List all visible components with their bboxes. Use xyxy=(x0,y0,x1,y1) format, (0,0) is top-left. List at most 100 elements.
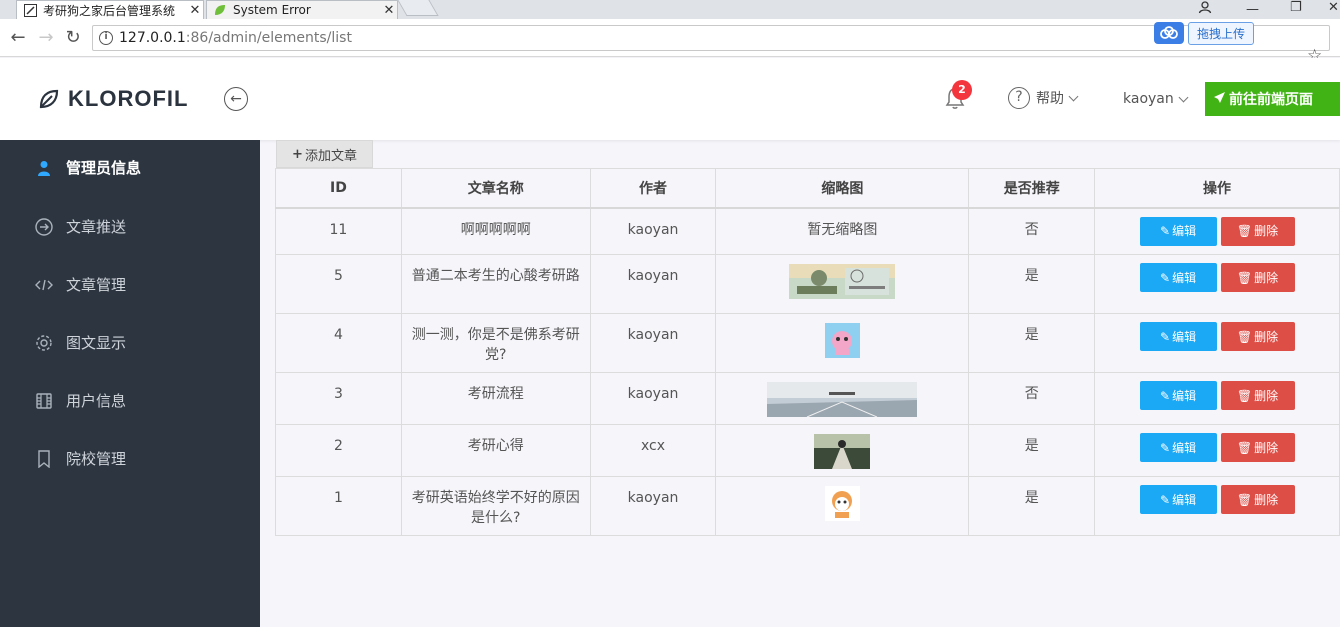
table-row: 2 考研心得 xcx 是 ✎ 编辑 🗑 删除 xyxy=(275,424,1340,477)
edit-icon: ✎ xyxy=(1160,388,1171,403)
chevron-down-icon xyxy=(1178,92,1189,102)
close-tab-icon[interactable]: ✕ xyxy=(381,3,397,18)
edit-icon: ✎ xyxy=(1160,270,1171,285)
restore-icon[interactable]: ❐ xyxy=(1290,0,1302,15)
help-menu[interactable]: ? 帮助 xyxy=(1008,87,1079,109)
delete-button[interactable]: 🗑 删除 xyxy=(1220,322,1295,351)
row-actions: ✎ 编辑 🗑 删除 xyxy=(1094,254,1340,314)
sidebar-item-article-manage[interactable]: 文章管理 xyxy=(34,274,126,295)
user-menu[interactable]: kaoyan xyxy=(1123,91,1189,107)
collapse-sidebar-icon[interactable]: ← xyxy=(224,87,248,111)
cloud-icon xyxy=(1154,22,1184,44)
edit-icon: ✎ xyxy=(1160,224,1171,238)
row-id: 1 xyxy=(275,476,402,536)
row-actions: ✎ 编辑 🗑 删除 xyxy=(1094,476,1340,536)
row-thumbnail xyxy=(715,476,970,536)
trash-icon: 🗑 xyxy=(1236,440,1253,455)
help-label: 帮助 xyxy=(1036,91,1064,107)
url-text[interactable]: 127.0.0.1:86/admin/elements/list xyxy=(119,30,352,46)
row-actions: ✎ 编辑 🗑 删除 xyxy=(1094,207,1340,255)
sidebar: 管理员信息 文章推送 文章管理 图文显示 用户信息 院校管理 xyxy=(0,140,260,627)
table-row: 1 考研英语始终学不好的原因是什么? kaoyan 是 ✎ 编辑 🗑 删除 xyxy=(275,476,1340,536)
delete-button[interactable]: 🗑 删除 xyxy=(1220,263,1295,292)
edit-button[interactable]: ✎ 编辑 xyxy=(1139,216,1217,246)
edit-button[interactable]: ✎ 编辑 xyxy=(1139,263,1217,292)
sidebar-item-school-manage[interactable]: 院校管理 xyxy=(34,448,126,469)
edit-button[interactable]: ✎ 编辑 xyxy=(1139,381,1217,410)
browser-tab-error[interactable]: System Error ✕ xyxy=(206,0,398,19)
row-title: 考研流程 xyxy=(400,372,591,425)
add-article-label: 添加文章 xyxy=(304,148,357,164)
forward-arrow-icon[interactable]: → xyxy=(36,28,56,48)
edit-icon: ✎ xyxy=(1160,440,1171,455)
thumbnail-image xyxy=(767,382,918,417)
new-tab-button[interactable] xyxy=(397,0,439,16)
trash-icon: 🗑 xyxy=(1236,270,1253,285)
column-header: 作者 xyxy=(589,168,717,209)
goto-frontend-label: 前往前端页面 xyxy=(1229,92,1313,108)
row-actions: ✎ 编辑 🗑 删除 xyxy=(1094,372,1340,425)
rocket-icon xyxy=(1213,91,1226,108)
arrow-right-circle-icon xyxy=(34,217,54,237)
info-icon[interactable]: i xyxy=(99,31,113,45)
browser-toolbar: ← → ↻ i 127.0.0.1:86/admin/elements/list… xyxy=(0,19,1340,66)
bookmark-icon xyxy=(34,449,54,469)
sidebar-item-article-push[interactable]: 文章推送 xyxy=(34,216,126,237)
sidebar-item-label: 管理员信息 xyxy=(66,159,142,177)
table-header-row: ID 文章名称 作者 缩略图 是否推荐 操作 xyxy=(275,168,1340,209)
goto-frontend-button[interactable]: 前往前端页面 xyxy=(1205,82,1340,116)
edit-button[interactable]: ✎ 编辑 xyxy=(1139,433,1217,462)
row-recommend: 是 xyxy=(968,254,1096,314)
sidebar-item-graphic-display[interactable]: 图文显示 xyxy=(34,332,126,353)
sidebar-item-label: 文章推送 xyxy=(66,218,127,236)
close-tab-icon[interactable]: ✕ xyxy=(187,3,203,18)
edit-button[interactable]: ✎ 编辑 xyxy=(1139,485,1217,514)
reload-icon[interactable]: ↻ xyxy=(63,28,83,48)
browser-tab-title: System Error xyxy=(233,3,311,17)
upload-extension[interactable]: 拖拽上传 xyxy=(1154,21,1255,45)
browser-tab-admin[interactable]: 考研狗之家后台管理系统 ✕ xyxy=(16,0,204,19)
row-thumbnail xyxy=(715,313,970,373)
row-title: 考研英语始终学不好的原因是什么? xyxy=(400,476,591,536)
gear-icon xyxy=(34,333,54,353)
delete-button[interactable]: 🗑 删除 xyxy=(1220,216,1295,246)
sidebar-item-user-info[interactable]: 用户信息 xyxy=(34,390,126,411)
edit-icon: ✎ xyxy=(1160,329,1171,344)
column-header: 缩略图 xyxy=(715,168,970,209)
thumbnail-image xyxy=(824,486,860,521)
sidebar-item-admin-info[interactable]: 管理员信息 xyxy=(34,157,141,178)
trash-icon: 🗑 xyxy=(1236,388,1253,403)
user-label: kaoyan xyxy=(1123,91,1174,107)
add-article-button[interactable]: + 添加文章 xyxy=(276,140,373,168)
delete-button[interactable]: 🗑 删除 xyxy=(1220,433,1295,462)
row-id: 11 xyxy=(275,207,402,255)
profile-icon[interactable] xyxy=(1198,0,1212,18)
app-header: KLOROFIL ← 2 ? 帮助 kaoyan 前往前端页面 xyxy=(0,58,1340,140)
browser-tab-title: 考研狗之家后台管理系统 xyxy=(43,3,176,18)
row-thumbnail xyxy=(715,254,970,314)
delete-button[interactable]: 🗑 删除 xyxy=(1220,485,1295,514)
row-id: 2 xyxy=(275,424,402,477)
row-actions: ✎ 编辑 🗑 删除 xyxy=(1094,424,1340,477)
sidebar-item-label: 用户信息 xyxy=(66,392,127,410)
table-row: 4 测一测，你是不是佛系考研党? kaoyan 是 ✎ 编辑 🗑 删除 xyxy=(275,313,1340,373)
row-thumbnail xyxy=(715,372,970,425)
code-icon xyxy=(34,275,54,295)
leaf-logo-icon xyxy=(39,89,59,109)
thumbnail-image xyxy=(824,323,860,358)
notification-badge: 2 xyxy=(952,80,972,100)
row-actions: ✎ 编辑 🗑 删除 xyxy=(1094,313,1340,373)
address-bar[interactable]: i 127.0.0.1:86/admin/elements/list xyxy=(92,25,1330,51)
plus-icon: + xyxy=(292,146,303,162)
delete-button[interactable]: 🗑 删除 xyxy=(1220,381,1295,410)
row-author: kaoyan xyxy=(589,254,717,314)
brand-logo[interactable]: KLOROFIL xyxy=(38,86,188,112)
chevron-down-icon xyxy=(1068,91,1079,101)
close-window-icon[interactable]: ✕ xyxy=(1328,0,1339,15)
back-arrow-icon[interactable]: ← xyxy=(8,28,28,48)
row-recommend: 否 xyxy=(968,372,1096,425)
trash-icon: 🗑 xyxy=(1236,492,1253,507)
minimize-icon[interactable]: — xyxy=(1246,2,1259,17)
upload-label: 拖拽上传 xyxy=(1188,21,1255,45)
edit-button[interactable]: ✎ 编辑 xyxy=(1139,322,1217,351)
